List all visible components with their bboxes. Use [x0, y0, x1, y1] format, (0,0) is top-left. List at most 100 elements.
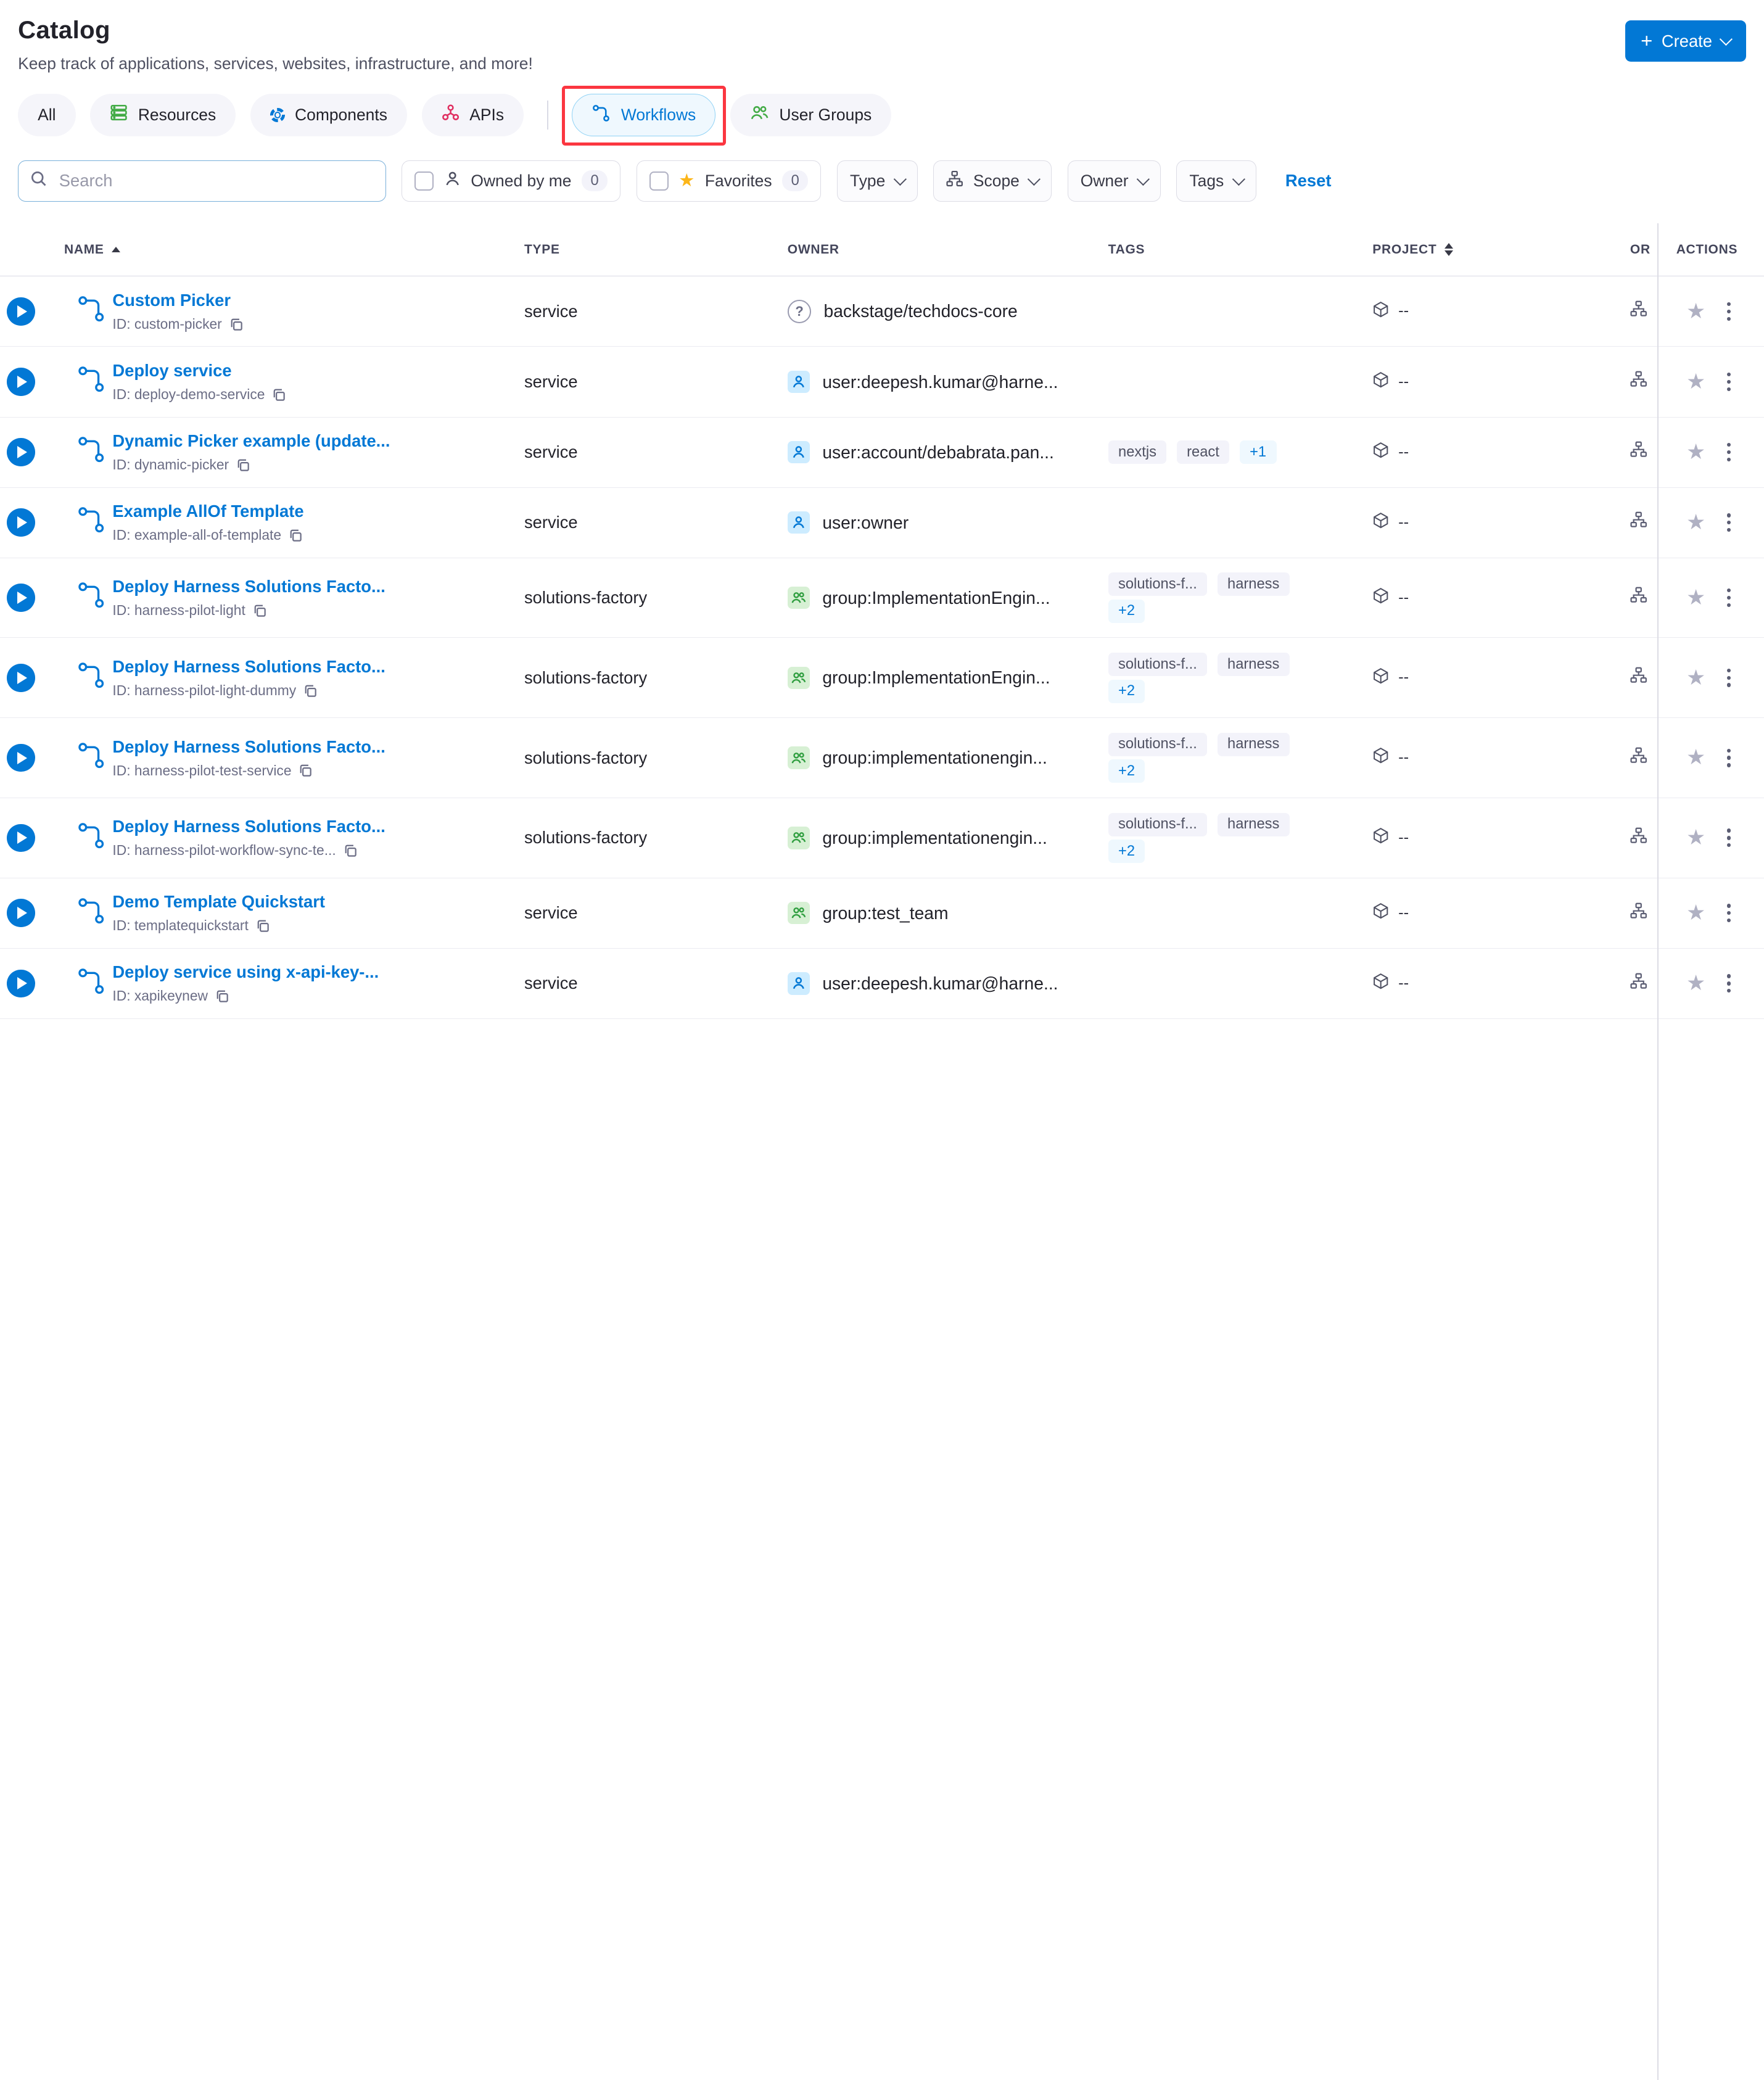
- tags-dropdown[interactable]: Tags: [1176, 160, 1256, 202]
- workflow-name-link[interactable]: Deploy Harness Solutions Facto...: [112, 737, 501, 757]
- type-value: solutions-factory: [524, 588, 648, 608]
- row-menu-button[interactable]: [1725, 511, 1733, 534]
- copy-icon[interactable]: [236, 458, 250, 473]
- launch-workflow-button[interactable]: [6, 823, 35, 852]
- favorites-checkbox[interactable]: [649, 171, 669, 191]
- tag-chip: harness: [1217, 572, 1290, 596]
- row-menu-button[interactable]: [1725, 370, 1733, 393]
- favorite-star-button[interactable]: ★: [1686, 973, 1705, 994]
- row-menu-button[interactable]: [1725, 586, 1733, 609]
- tab-apis[interactable]: APIs: [421, 93, 524, 137]
- play-icon: [17, 516, 27, 529]
- row-menu-button[interactable]: [1725, 827, 1733, 849]
- workflow-name-link[interactable]: Example AllOf Template: [112, 501, 501, 521]
- launch-workflow-button[interactable]: [6, 969, 35, 998]
- column-header-type[interactable]: TYPE: [524, 242, 788, 257]
- favorites-filter[interactable]: ★ Favorites 0: [636, 160, 822, 202]
- launch-workflow-button[interactable]: [6, 664, 35, 692]
- owner-dropdown[interactable]: Owner: [1067, 160, 1161, 202]
- row-menu-button[interactable]: [1725, 972, 1733, 995]
- scope-dropdown[interactable]: Scope: [933, 160, 1052, 202]
- launch-workflow-button[interactable]: [6, 743, 35, 772]
- launch-workflow-button[interactable]: [6, 368, 35, 396]
- owned-by-me-filter[interactable]: Owned by me 0: [402, 160, 621, 202]
- launch-workflow-button[interactable]: [6, 584, 35, 612]
- tab-components[interactable]: Components: [250, 93, 407, 137]
- org-hierarchy-icon: [1630, 511, 1647, 533]
- launch-workflow-button[interactable]: [6, 297, 35, 326]
- type-dropdown[interactable]: Type: [836, 160, 918, 202]
- table-row: Deploy Harness Solutions Facto... ID: ha…: [0, 638, 1764, 719]
- tag-chip: solutions-f...: [1108, 653, 1208, 677]
- owner-name: user:owner: [822, 512, 909, 532]
- favorites-count: 0: [782, 170, 809, 192]
- copy-icon[interactable]: [343, 843, 358, 858]
- row-menu-button[interactable]: [1725, 666, 1733, 689]
- owner-name: group:test_team: [822, 902, 949, 923]
- project-value: --: [1398, 904, 1409, 922]
- workflow-name-link[interactable]: Demo Template Quickstart: [112, 892, 501, 912]
- favorite-star-button[interactable]: ★: [1686, 667, 1705, 689]
- create-button[interactable]: + Create: [1625, 20, 1746, 62]
- column-header-tags[interactable]: TAGS: [1108, 242, 1373, 257]
- tab-resources[interactable]: Resources: [90, 93, 236, 137]
- workflow-id: ID: dynamic-picker: [112, 456, 229, 473]
- favorite-star-button[interactable]: ★: [1686, 300, 1705, 323]
- row-menu-button[interactable]: [1725, 440, 1733, 463]
- org-hierarchy-icon: [1630, 667, 1647, 688]
- tab-all[interactable]: All: [18, 93, 76, 137]
- favorite-star-button[interactable]: ★: [1686, 827, 1705, 849]
- launch-workflow-button[interactable]: [6, 899, 35, 928]
- workflow-name-link[interactable]: Deploy service using x-api-key-...: [112, 962, 501, 982]
- workflow-name-link[interactable]: Deploy Harness Solutions Facto...: [112, 817, 501, 836]
- workflow-name-link[interactable]: Deploy Harness Solutions Facto...: [112, 577, 501, 596]
- table-header-row: NAME TYPE OWNER TAGS PROJECT OR ACTIONS: [0, 223, 1764, 277]
- type-value: service: [524, 903, 578, 923]
- workflow-name-link[interactable]: Deploy Harness Solutions Facto...: [112, 657, 501, 677]
- favorite-star-button[interactable]: ★: [1686, 587, 1705, 609]
- search-input[interactable]: [57, 170, 374, 192]
- sort-ascending-icon: [112, 247, 121, 253]
- tags-cell: solutions-f... harness +2: [1108, 798, 1373, 878]
- tab-resources-label: Resources: [138, 105, 216, 124]
- org-hierarchy-icon: [1630, 371, 1647, 392]
- favorite-star-button[interactable]: ★: [1686, 902, 1705, 924]
- workflow-id: ID: templatequickstart: [112, 917, 249, 934]
- copy-icon[interactable]: [255, 918, 270, 933]
- table-row: Deploy Harness Solutions Facto... ID: ha…: [0, 798, 1764, 878]
- tag-chip: harness: [1217, 812, 1290, 836]
- copy-icon[interactable]: [215, 989, 229, 1004]
- workflow-name-link[interactable]: Custom Picker: [112, 291, 501, 310]
- row-menu-button[interactable]: [1725, 902, 1733, 925]
- workflow-name-link[interactable]: Deploy service: [112, 361, 501, 381]
- owned-by-me-checkbox[interactable]: [414, 171, 434, 191]
- copy-icon[interactable]: [252, 603, 267, 618]
- reset-filters-button[interactable]: Reset: [1285, 171, 1332, 191]
- column-header-org[interactable]: OR: [1630, 242, 1657, 257]
- launch-workflow-button[interactable]: [6, 508, 35, 537]
- tags-cell: [1108, 371, 1373, 393]
- workflow-name-link[interactable]: Dynamic Picker example (update...: [112, 431, 501, 451]
- copy-icon[interactable]: [288, 528, 303, 543]
- launch-workflow-button[interactable]: [6, 438, 35, 466]
- favorite-star-button[interactable]: ★: [1686, 747, 1705, 769]
- table-row: Deploy Harness Solutions Facto... ID: ha…: [0, 718, 1764, 798]
- favorite-star-button[interactable]: ★: [1686, 441, 1705, 463]
- row-menu-button[interactable]: [1725, 746, 1733, 769]
- column-header-project[interactable]: PROJECT: [1372, 242, 1630, 257]
- column-header-owner[interactable]: OWNER: [788, 242, 1108, 257]
- tag-chip: solutions-f...: [1108, 572, 1208, 596]
- copy-icon[interactable]: [298, 763, 313, 778]
- favorite-star-button[interactable]: ★: [1686, 371, 1705, 393]
- copy-icon[interactable]: [271, 387, 286, 402]
- project-header-label: PROJECT: [1372, 242, 1437, 257]
- tab-user-groups[interactable]: User Groups: [730, 93, 892, 137]
- project-value: --: [1398, 443, 1409, 461]
- type-value: service: [524, 301, 578, 321]
- copy-icon[interactable]: [303, 683, 318, 698]
- favorite-star-button[interactable]: ★: [1686, 512, 1705, 534]
- row-menu-button[interactable]: [1725, 300, 1733, 323]
- copy-icon[interactable]: [229, 317, 244, 332]
- tab-workflows[interactable]: Workflows: [572, 93, 716, 137]
- column-header-name[interactable]: NAME: [0, 242, 524, 257]
